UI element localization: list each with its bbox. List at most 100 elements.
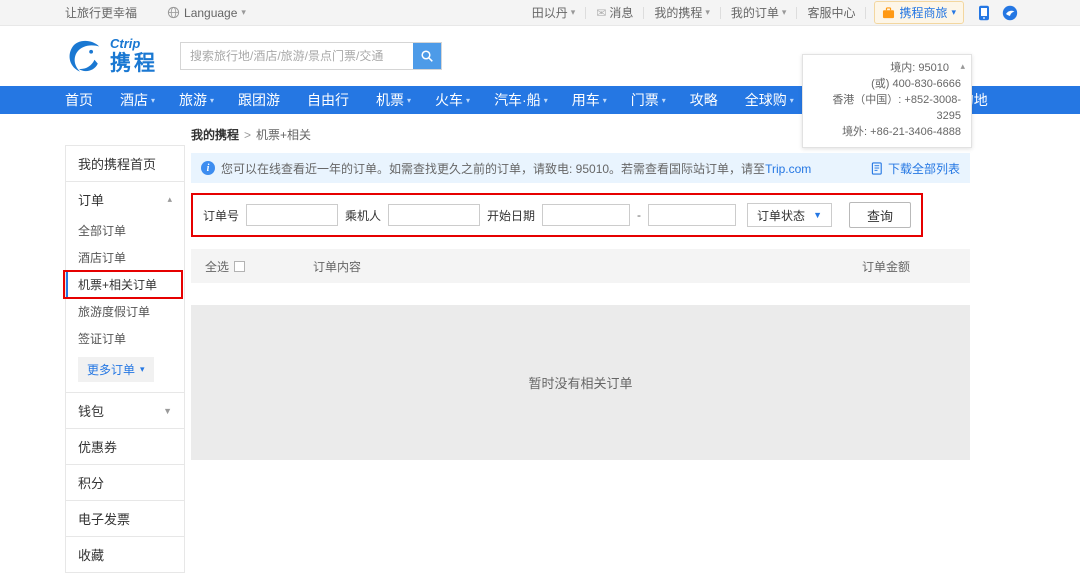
order-no-label: 订单号 <box>203 207 239 224</box>
phone-alt: (或) 400-830-6666 <box>813 76 961 92</box>
sidebar-item-label: 旅游度假订单 <box>78 305 150 319</box>
breadcrumb-home[interactable]: 我的携程 <box>191 126 239 143</box>
sidebar-item-vacation-orders[interactable]: 旅游度假订单 <box>66 298 184 325</box>
envelope-icon: ✉ <box>596 6 606 20</box>
my-orders-label: 我的订单 <box>731 4 779 21</box>
select-all-control[interactable]: 全选 <box>205 258 245 275</box>
logo-cn: 携程 <box>110 52 158 75</box>
sidebar-item-all-orders[interactable]: 全部订单 <box>66 217 184 244</box>
briefcase-icon <box>882 7 895 19</box>
divider <box>865 7 866 19</box>
content-area: 我的携程首页 订单 ▴ 全部订单 酒店订单 机票+相关订单 <box>0 114 1080 573</box>
nav-item-global-shopping[interactable]: 全球购▾ <box>733 90 806 110</box>
search-input[interactable] <box>180 42 442 70</box>
sidebar-section-coupons: 优惠券 <box>65 428 185 465</box>
sidebar-item-hotel-orders[interactable]: 酒店订单 <box>66 244 184 271</box>
sidebar-item-label: 机票+相关订单 <box>78 278 157 292</box>
nav-item-flight[interactable]: 机票▾ <box>364 90 423 110</box>
user-menu[interactable]: 田以丹 ▾ <box>522 4 586 21</box>
logo-text: Ctrip 携程 <box>110 37 158 74</box>
nav-item-bus-ship[interactable]: 汽车·船▾ <box>482 90 560 110</box>
order-no-input[interactable] <box>246 204 338 226</box>
nav-item-ticket[interactable]: 门票▾ <box>619 90 678 110</box>
messages-link[interactable]: ✉ 消息 <box>586 4 643 21</box>
logo-en: Ctrip <box>110 37 158 51</box>
nav-item-guide[interactable]: 攻略 <box>678 90 733 110</box>
order-status-dropdown[interactable]: 订单状态 ▼ <box>747 203 832 227</box>
sidebar-item-points[interactable]: 积分 <box>66 465 184 500</box>
nav-label: 首页 <box>65 90 93 110</box>
column-header-amount: 订单金额 <box>862 258 910 275</box>
sidebar-item-invoice[interactable]: 电子发票 <box>66 501 184 536</box>
chevron-down-icon: ▾ <box>544 96 548 105</box>
nav-label: 旅游 <box>179 90 207 110</box>
sidebar-item-flight-orders[interactable]: 机票+相关订单 <box>66 271 184 298</box>
nav-item-group-tour[interactable]: 跟团游 <box>226 90 295 110</box>
search-icon <box>420 49 434 63</box>
sidebar-item-favorites[interactable]: 收藏 <box>66 537 184 572</box>
notice-text: 您可以在线查看近一年的订单。如需查找更久之前的订单，请致电: 95010。若需查… <box>221 160 811 177</box>
active-indicator <box>66 271 68 298</box>
ctrip-logo[interactable]: Ctrip 携程 <box>65 37 158 75</box>
chevron-down-icon: ▾ <box>790 96 794 105</box>
sidebar-item-label: 签证订单 <box>78 332 126 346</box>
breadcrumb-current: 机票+相关 <box>256 126 311 143</box>
download-label: 下载全部列表 <box>888 160 960 177</box>
app-dolphin-button[interactable] <box>1002 5 1018 21</box>
search-button[interactable] <box>413 43 441 69</box>
start-date-input[interactable] <box>542 204 630 226</box>
mobile-phone-icon <box>978 5 990 21</box>
invoice-label: 电子发票 <box>78 509 130 528</box>
chevron-down-icon: ▾ <box>140 364 145 375</box>
nav-item-train[interactable]: 火车▾ <box>423 90 482 110</box>
sidebar-section-home: 我的携程首页 <box>65 145 185 182</box>
sidebar-section-favorites: 收藏 <box>65 536 185 573</box>
column-header-content: 订单内容 <box>313 258 361 275</box>
nav-item-home[interactable]: 首页 <box>53 90 108 110</box>
phone-intl: 境外: +86-21-3406-4888 <box>813 124 961 140</box>
my-ctrip-label: 我的携程 <box>654 4 702 21</box>
main-panel: 我的携程 > 机票+相关 i 您可以在线查看近一年的订单。如需查找更久之前的订单… <box>191 122 970 573</box>
sidebar-item-coupons[interactable]: 优惠券 <box>66 429 184 464</box>
trip-com-link[interactable]: Trip.com <box>765 162 811 176</box>
phone-card: ▴ 境内: 95010 (或) 400-830-6666 香港（中国）: +85… <box>802 54 972 148</box>
passenger-input[interactable] <box>388 204 480 226</box>
biz-travel-badge[interactable]: 携程商旅 ▾ <box>874 1 964 24</box>
sidebar-item-visa-orders[interactable]: 签证订单 <box>66 325 184 352</box>
passenger-label: 乘机人 <box>345 207 381 224</box>
sidebar-item-wallet[interactable]: 钱包 ▼ <box>66 393 184 428</box>
username: 田以丹 <box>532 4 568 21</box>
end-date-input[interactable] <box>648 204 736 226</box>
sidebar-item-home[interactable]: 我的携程首页 <box>66 146 184 181</box>
language-selector[interactable]: Language ▾ <box>167 6 246 20</box>
chevron-down-icon: ▾ <box>151 96 155 105</box>
select-all-checkbox[interactable] <box>234 261 245 272</box>
nav-label: 用车 <box>572 90 600 110</box>
sidebar-section-points: 积分 <box>65 464 185 501</box>
chevron-down-icon: ▾ <box>407 96 411 105</box>
notice-banner: i 您可以在线查看近一年的订单。如需查找更久之前的订单，请致电: 95010。若… <box>191 153 970 183</box>
sidebar-item-label: 全部订单 <box>78 224 126 238</box>
my-ctrip-menu[interactable]: 我的携程 ▾ <box>644 4 720 21</box>
query-button[interactable]: 查询 <box>849 202 911 228</box>
topbar-left: 让旅行更幸福 Language ▾ <box>65 4 246 21</box>
nav-label: 机票 <box>376 90 404 110</box>
mobile-app-button[interactable] <box>978 5 990 21</box>
service-center-link[interactable]: 客服中心 <box>797 4 865 21</box>
more-orders-button[interactable]: 更多订单 ▾ <box>78 357 154 382</box>
collapse-icon[interactable]: ▴ <box>960 58 965 74</box>
nav-label: 火车 <box>435 90 463 110</box>
my-orders-menu[interactable]: 我的订单 ▾ <box>721 4 797 21</box>
download-list-link[interactable]: 下载全部列表 <box>871 160 960 177</box>
nav-item-hotel[interactable]: 酒店▾ <box>108 90 167 110</box>
nav-label: 全球购 <box>745 90 787 110</box>
chevron-down-icon: ▾ <box>466 96 470 105</box>
ctrip-dolphin-icon <box>65 37 103 75</box>
nav-item-travel[interactable]: 旅游▾ <box>167 90 226 110</box>
sidebar-orders-header[interactable]: 订单 ▴ <box>66 182 184 217</box>
nav-item-car[interactable]: 用车▾ <box>560 90 619 110</box>
nav-item-diy-tour[interactable]: 自由行 <box>295 90 364 110</box>
orders-title-label: 订单 <box>78 190 104 209</box>
points-label: 积分 <box>78 473 104 492</box>
info-icon: i <box>201 161 215 175</box>
